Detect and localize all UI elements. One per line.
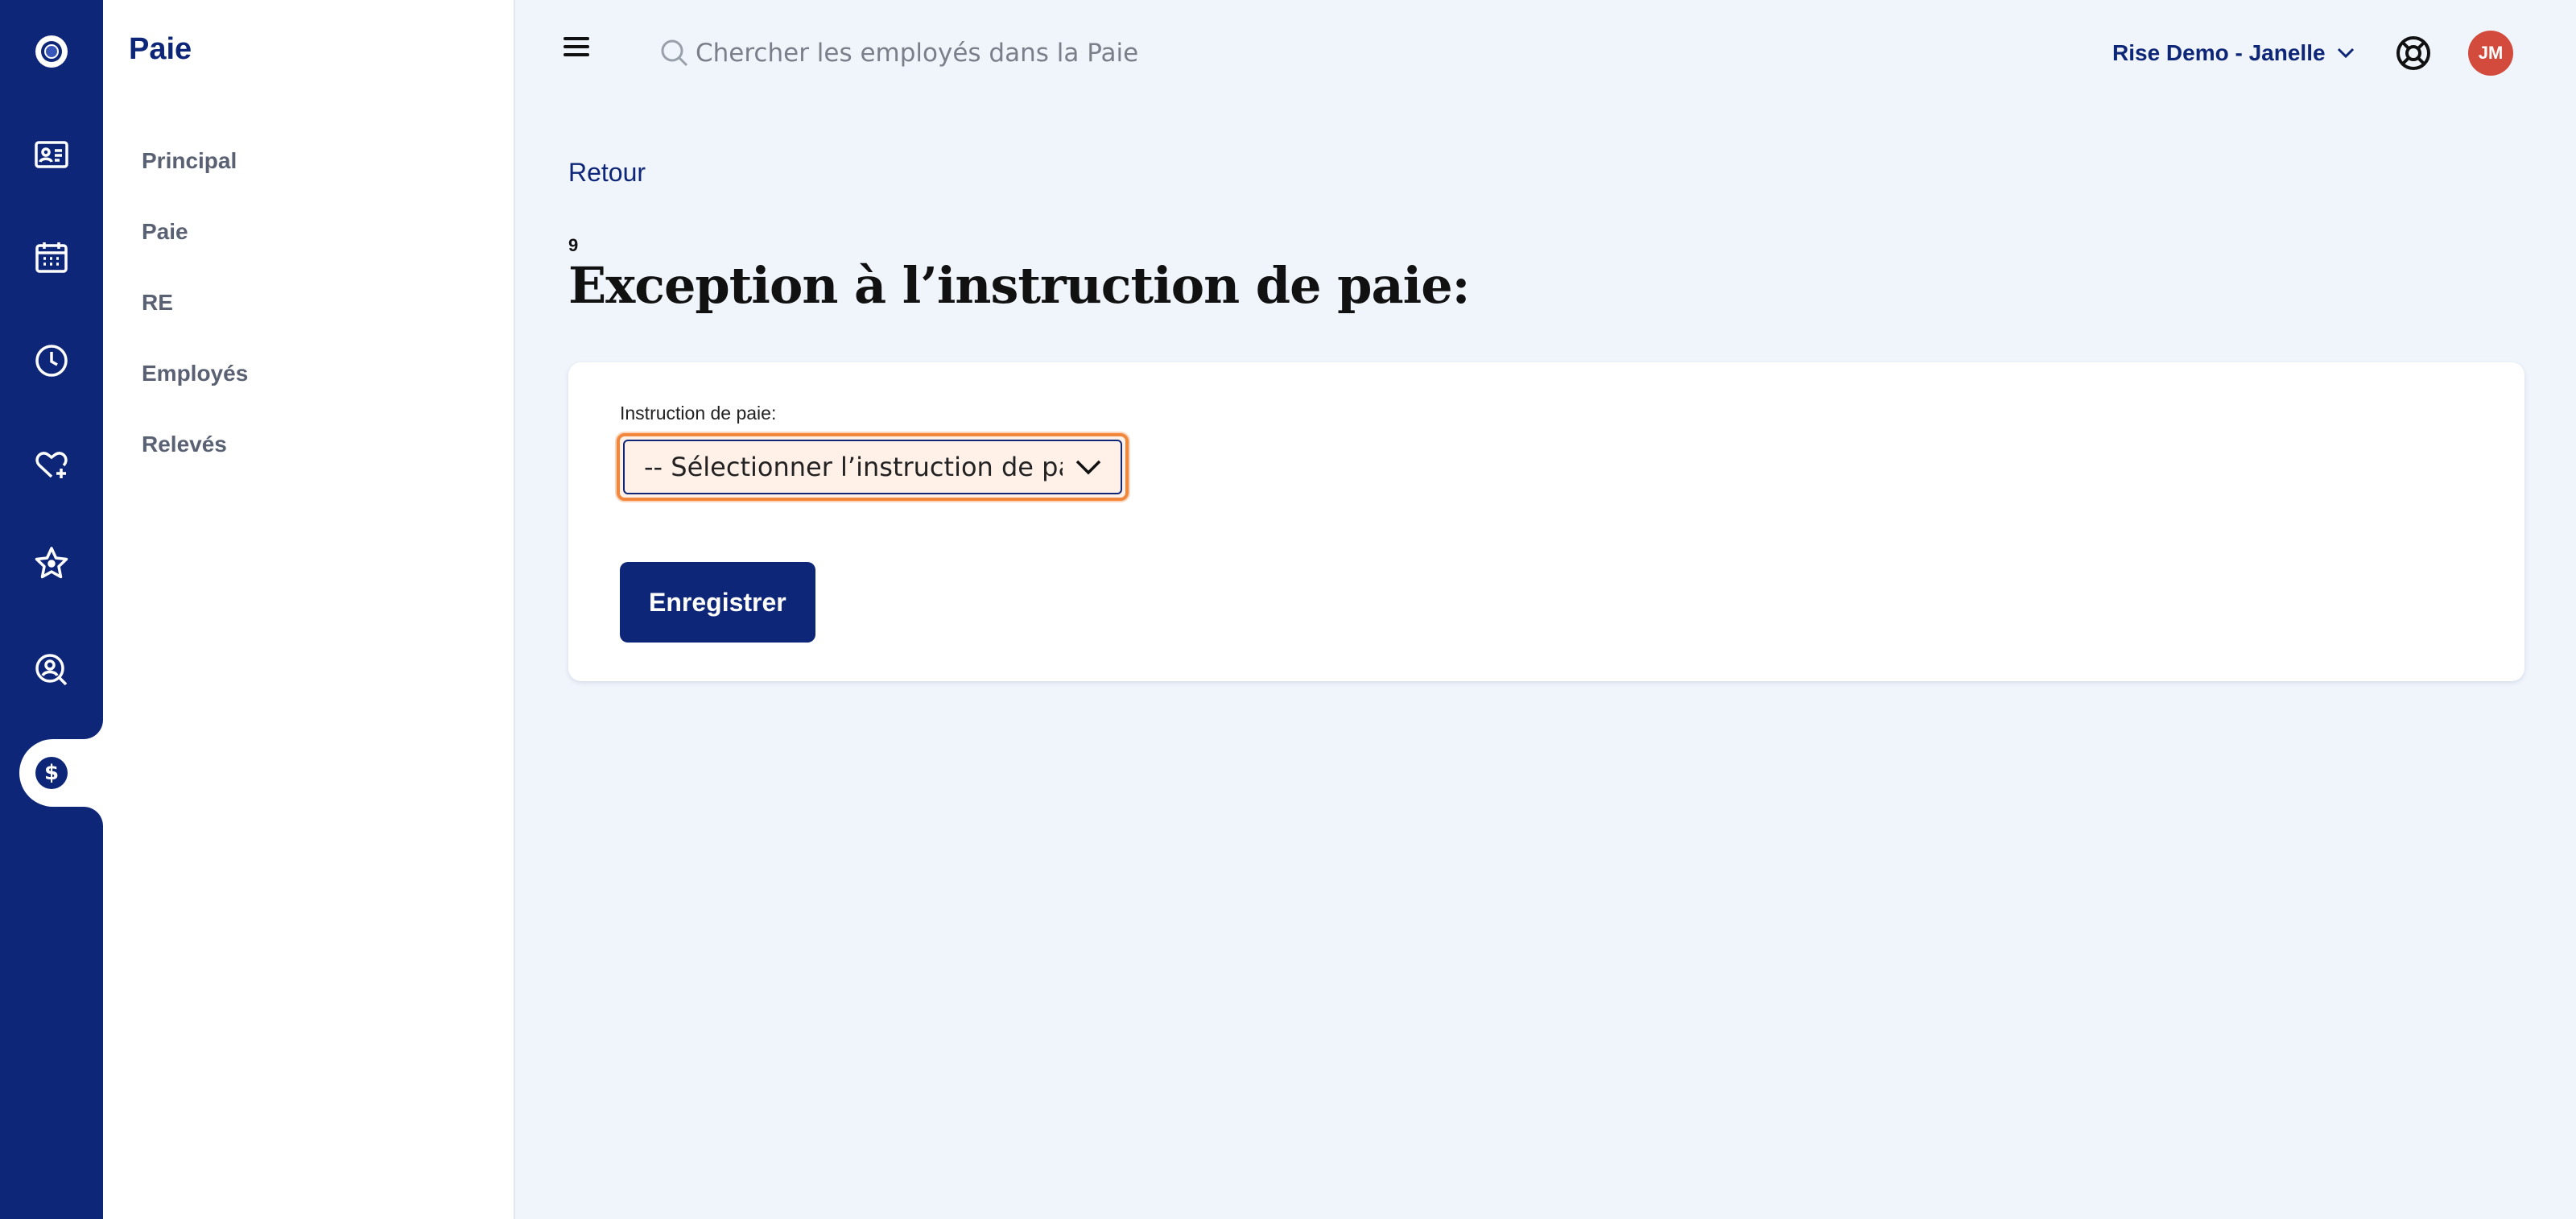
chevron-down-icon <box>2337 48 2354 59</box>
heart-plus-icon[interactable] <box>19 432 84 496</box>
id-card-icon[interactable] <box>19 122 84 187</box>
top-bar: Rise Demo - Janelle JM <box>515 0 2576 105</box>
sidebar-item-payroll-active[interactable]: $ <box>19 720 103 826</box>
sidebar-item-releves[interactable]: Relevés <box>142 432 227 457</box>
org-label: Rise Demo - Janelle <box>2112 40 2326 65</box>
form-card: Instruction de paie: -- Sélectionner l’i… <box>568 362 2524 681</box>
sidebar-title: Paie <box>129 32 192 66</box>
sidebar-item-re[interactable]: RE <box>142 290 173 316</box>
search-bar <box>658 32 1383 74</box>
calendar-icon[interactable] <box>19 225 84 290</box>
chevron-down-icon <box>1075 460 1101 475</box>
save-button[interactable]: Enregistrer <box>620 562 815 643</box>
search-person-icon[interactable] <box>19 638 84 702</box>
icon-rail: $ <box>0 0 103 1219</box>
search-icon <box>661 39 688 67</box>
select-value: -- Sélectionner l’instruction de paie -- <box>644 452 1063 482</box>
org-switcher[interactable]: Rise Demo - Janelle <box>2112 35 2358 71</box>
avatar[interactable]: JM <box>2468 31 2513 76</box>
sidebar-item-principal[interactable]: Principal <box>142 148 237 174</box>
search-input[interactable] <box>696 39 1356 68</box>
logo-icon[interactable] <box>19 19 84 84</box>
page-title: Exception à l’instruction de paie: <box>568 256 1471 315</box>
dollar-icon: $ <box>35 757 68 789</box>
clock-icon[interactable] <box>19 329 84 393</box>
step-number: 9 <box>568 235 579 255</box>
help-lifebuoy-icon[interactable] <box>2394 34 2433 72</box>
field-label: Instruction de paie: <box>620 403 777 424</box>
menu-icon[interactable] <box>564 32 592 61</box>
pay-instruction-select[interactable]: -- Sélectionner l’instruction de paie -- <box>617 433 1129 501</box>
sidebar-item-employes[interactable]: Employés <box>142 361 248 386</box>
app: $ Paie Principal Paie RE Employés Relevé… <box>0 0 2576 1219</box>
star-icon[interactable] <box>19 531 84 596</box>
back-link[interactable]: Retour <box>568 158 646 188</box>
sidebar-item-paie[interactable]: Paie <box>142 219 188 245</box>
secondary-sidebar: Paie Principal Paie RE Employés Relevés <box>103 0 515 1219</box>
